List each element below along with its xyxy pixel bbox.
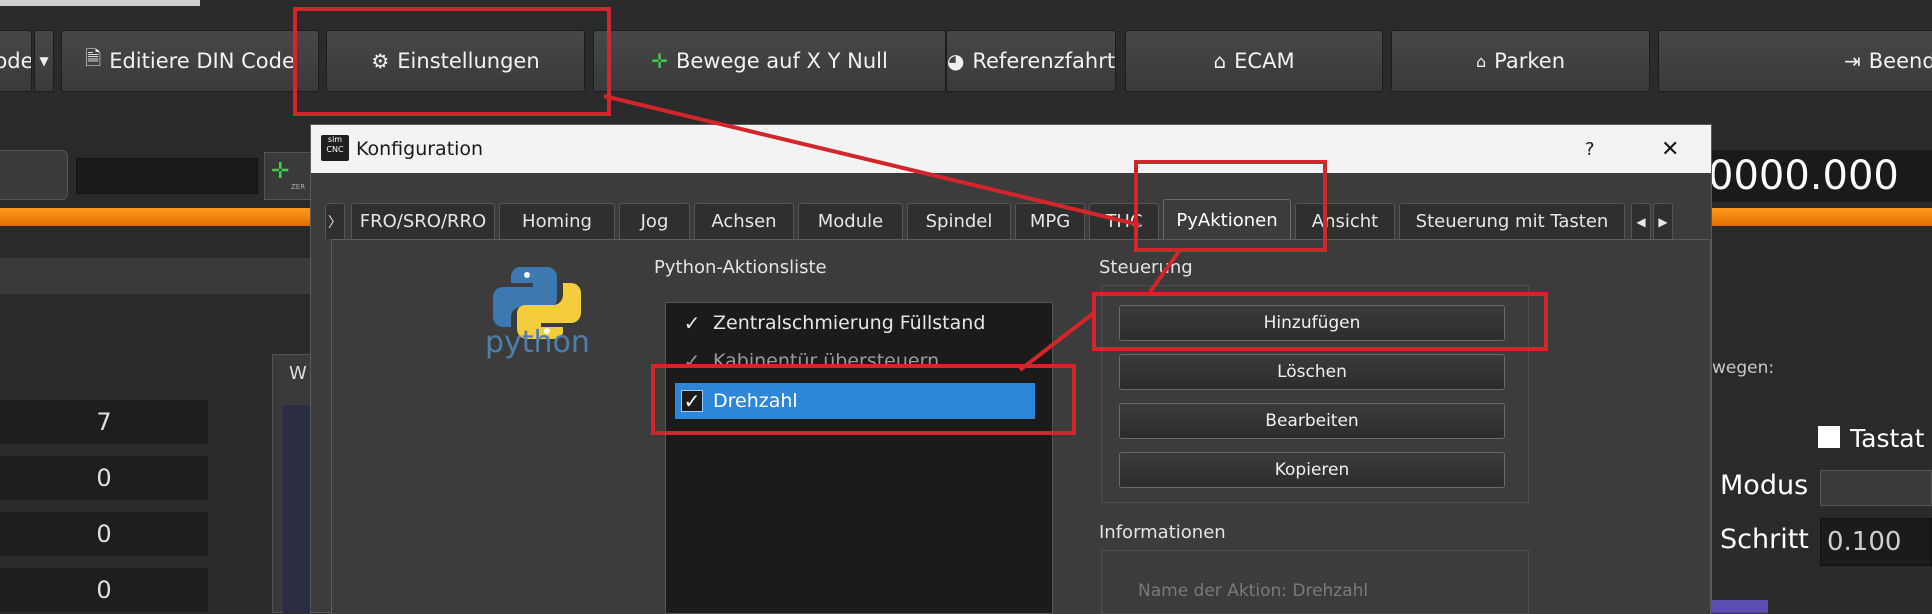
annotation-lines <box>603 94 1182 372</box>
